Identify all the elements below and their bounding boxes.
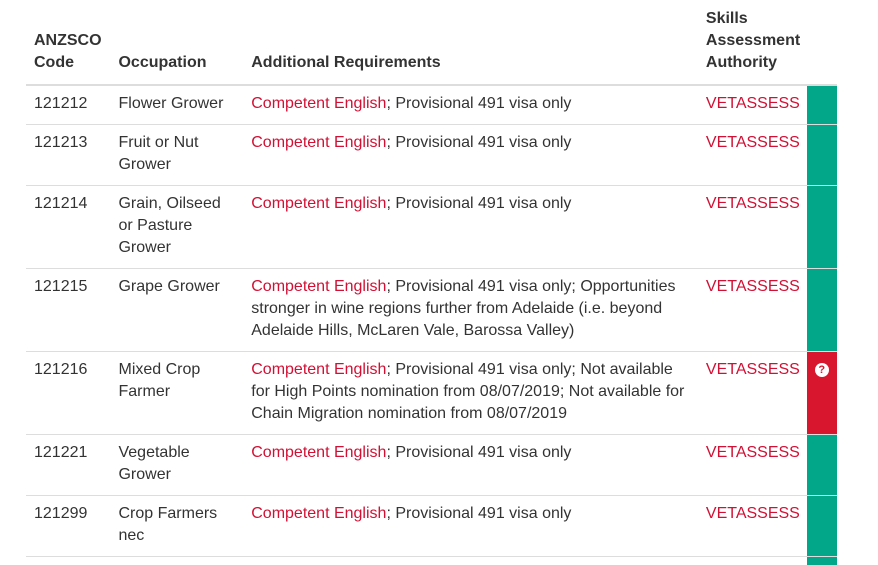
status-indicator [807,125,837,186]
anzsco-code: 121216 [26,352,110,435]
anzsco-code: 121213 [26,125,110,186]
authority-link[interactable]: VETASSESS [706,95,800,112]
assessment-authority: VETASSESS [698,186,807,269]
requirements-text: ; Provisional 491 visa only [386,134,571,151]
assessment-authority: VETASSESS [698,352,807,435]
status-indicator [807,435,837,496]
additional-requirements: Competent English; Provisional 491 visa … [243,85,698,125]
additional-requirements: Competent English; Provisional 491 visa … [243,352,698,435]
additional-requirements: Competent English; Provisional 491 visa … [243,186,698,269]
status-indicator [807,186,837,269]
assessment-authority: VETASSESS [698,269,807,352]
authority-link[interactable]: VETASSESS [706,361,800,378]
occupation-name: Fruit or Nut Grower [110,125,243,186]
requirements-text: ; Provisional 491 visa only [386,505,571,522]
status-indicator [807,85,837,125]
table-header-row: ANZSCOCode Occupation Additional Require… [26,0,837,85]
status-indicator [807,496,837,557]
additional-requirements: Competent English; Provisional 491 visa … [243,435,698,496]
occupation-name: Mixed Crop Farmer [110,352,243,435]
table-row: 121212 Flower Grower Competent English; … [26,85,837,125]
authority-link[interactable]: VETASSESS [706,195,800,212]
table-row: 121216 Mixed Crop Farmer Competent Engli… [26,352,837,435]
assessment-authority: VETASSESS [698,125,807,186]
assessment-authority: VETASSESS [698,496,807,557]
occupation-name: Crop Farmers nec [110,496,243,557]
occupation-table: ANZSCOCode Occupation Additional Require… [26,0,837,565]
anzsco-code: 121221 [26,435,110,496]
header-status [807,0,837,85]
table-row: 121213 Fruit or Nut Grower Competent Eng… [26,125,837,186]
authority-link[interactable]: VETASSESS [706,444,800,461]
assessment-authority: VETASSESS [698,85,807,125]
header-additional-requirements: Additional Requirements [243,0,698,85]
competent-english-link[interactable]: Competent English [251,361,386,378]
requirements-text: ; Provisional 491 visa only [386,444,571,461]
table-row: 121215 Grape Grower Competent English; P… [26,269,837,352]
competent-english-link[interactable]: Competent English [251,444,386,461]
additional-requirements: Competent English; Provisional 491 visa … [243,496,698,557]
header-anzsco-code: ANZSCOCode [26,0,110,85]
additional-requirements: Competent English; Provisional 491 visa … [243,269,698,352]
status-indicator [807,557,837,565]
header-skills-assessment-authority: SkillsAssessmentAuthority [698,0,807,85]
authority-link[interactable]: VETASSESS [706,505,800,522]
anzsco-code: 121212 [26,85,110,125]
requirements-text: ; Provisional 491 visa only [386,195,571,212]
table-row-partial [26,557,837,565]
occupation-name: Flower Grower [110,85,243,125]
status-indicator: ? [807,352,837,435]
authority-link[interactable]: VETASSESS [706,134,800,151]
occupation-name: Grain, Oilseed or Pasture Grower [110,186,243,269]
occupation-name: Grape Grower [110,269,243,352]
competent-english-link[interactable]: Competent English [251,195,386,212]
competent-english-link[interactable]: Competent English [251,505,386,522]
header-occupation: Occupation [110,0,243,85]
table-row: 121299 Crop Farmers nec Competent Englis… [26,496,837,557]
additional-requirements: Competent English; Provisional 491 visa … [243,125,698,186]
competent-english-link[interactable]: Competent English [251,278,386,295]
requirements-text: ; Provisional 491 visa only [386,95,571,112]
occupation-name: Vegetable Grower [110,435,243,496]
anzsco-code: 121299 [26,496,110,557]
authority-link[interactable]: VETASSESS [706,278,800,295]
table-row: 121214 Grain, Oilseed or Pasture Grower … [26,186,837,269]
anzsco-code: 121215 [26,269,110,352]
competent-english-link[interactable]: Competent English [251,134,386,151]
competent-english-link[interactable]: Competent English [251,95,386,112]
help-icon[interactable]: ? [815,363,829,377]
table-row: 121221 Vegetable Grower Competent Englis… [26,435,837,496]
status-indicator [807,269,837,352]
anzsco-code: 121214 [26,186,110,269]
assessment-authority: VETASSESS [698,435,807,496]
